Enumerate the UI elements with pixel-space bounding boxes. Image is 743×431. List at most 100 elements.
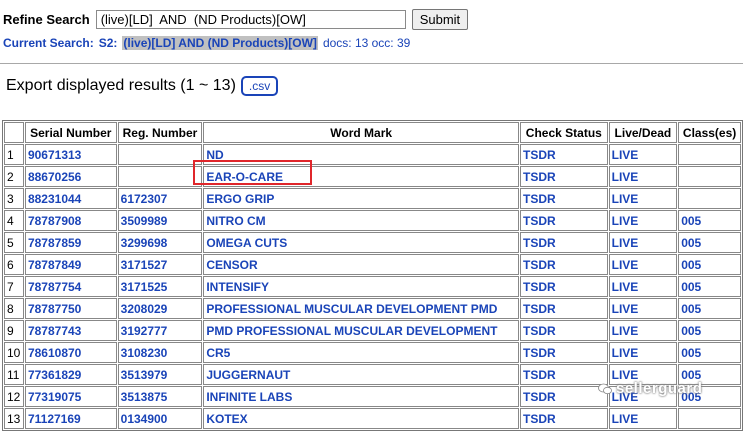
tsdr-link[interactable]: TSDR — [520, 408, 608, 429]
live-status-link[interactable]: LIVE — [608, 144, 678, 165]
table-row: 1 90671313 ND TSDR LIVE — [4, 144, 741, 165]
word-mark-link[interactable]: ERGO GRIP — [203, 188, 520, 209]
reg-number-link[interactable]: 0134900 — [117, 408, 203, 429]
table-row: 10 78610870 3108230 CR5 TSDR LIVE 005 — [4, 342, 741, 363]
tsdr-link[interactable]: TSDR — [520, 232, 608, 253]
reg-number-link[interactable]: 3513875 — [117, 386, 203, 407]
col-header-check-status: Check Status — [520, 122, 608, 143]
tsdr-link[interactable]: TSDR — [520, 364, 608, 385]
row-index-cell: 8 — [4, 298, 24, 319]
serial-number-link[interactable]: 78610870 — [24, 342, 117, 363]
reg-number-link[interactable]: 6172307 — [117, 188, 203, 209]
word-mark-link[interactable]: JUGGERNAUT — [203, 364, 520, 385]
serial-number-link[interactable]: 78787743 — [24, 320, 117, 341]
class-cell[interactable]: 005 — [678, 232, 741, 253]
tsdr-link[interactable]: TSDR — [520, 386, 608, 407]
live-status-link[interactable]: LIVE — [608, 342, 678, 363]
live-status-link[interactable]: LIVE — [608, 276, 678, 297]
serial-number-link[interactable]: 78787750 — [24, 298, 117, 319]
live-status-link[interactable]: LIVE — [608, 232, 678, 253]
tsdr-link[interactable]: TSDR — [520, 144, 608, 165]
table-row: 7 78787754 3171525 INTENSIFY TSDR LIVE 005 — [4, 276, 741, 297]
table-row: 2 88670256 EAR-O-CARE TSDR LIVE — [4, 166, 741, 187]
class-cell[interactable] — [678, 408, 741, 429]
tsdr-link[interactable]: TSDR — [520, 298, 608, 319]
class-cell[interactable]: 005 — [678, 320, 741, 341]
reg-number-link[interactable]: 3513979 — [117, 364, 203, 385]
table-header-row: Serial Number Reg. Number Word Mark Chec… — [4, 122, 741, 143]
reg-number-link[interactable]: 3208029 — [117, 298, 203, 319]
table-row: 9 78787743 3192777 PMD PROFESSIONAL MUSCULA… — [4, 320, 741, 341]
tsdr-link[interactable]: TSDR — [520, 166, 608, 187]
word-mark-link[interactable]: KOTEX — [203, 408, 520, 429]
tsdr-link[interactable]: TSDR — [520, 254, 608, 275]
watermark: sellerguard — [598, 380, 702, 397]
word-mark-link[interactable]: CENSOR — [203, 254, 520, 275]
csv-export-button[interactable]: .csv — [240, 76, 279, 96]
row-index-cell: 10 — [4, 342, 24, 363]
reg-number-link[interactable] — [117, 166, 203, 187]
word-mark-link[interactable]: INFINITE LABS — [203, 386, 520, 407]
reg-number-link[interactable]: 3509989 — [117, 210, 203, 231]
row-index-cell: 6 — [4, 254, 24, 275]
submit-button[interactable]: Submit — [411, 9, 469, 30]
col-header-reg: Reg. Number — [117, 122, 203, 143]
word-mark-link[interactable]: OMEGA CUTS — [203, 232, 520, 253]
class-cell[interactable]: 005 — [678, 254, 741, 275]
reg-number-link[interactable]: 3299698 — [117, 232, 203, 253]
serial-number-link[interactable]: 78787908 — [24, 210, 117, 231]
live-status-link[interactable]: LIVE — [608, 298, 678, 319]
row-index-cell: 1 — [4, 144, 24, 165]
watermark-text: sellerguard — [616, 380, 703, 397]
live-status-link[interactable]: LIVE — [608, 320, 678, 341]
serial-number-link[interactable]: 88670256 — [24, 166, 117, 187]
refine-search-input[interactable] — [95, 10, 406, 29]
live-status-link[interactable]: LIVE — [608, 210, 678, 231]
current-query-link[interactable]: (live)[LD] AND (ND Products)[OW] — [122, 36, 318, 50]
serial-number-link[interactable]: 78787754 — [24, 276, 117, 297]
live-status-link[interactable]: LIVE — [608, 254, 678, 275]
word-mark-link[interactable]: CR5 — [203, 342, 520, 363]
tsdr-link[interactable]: TSDR — [520, 342, 608, 363]
serial-number-link[interactable]: 88231044 — [24, 188, 117, 209]
tsdr-link[interactable]: TSDR — [520, 276, 608, 297]
word-mark-link[interactable]: PMD PROFESSIONAL MUSCULAR DEVELOPMENT — [203, 320, 520, 341]
tsdr-link[interactable]: TSDR — [520, 188, 608, 209]
word-mark-link[interactable]: NITRO CM — [203, 210, 520, 231]
serial-number-link[interactable]: 77361829 — [24, 364, 117, 385]
serial-number-link[interactable]: 77319075 — [24, 386, 117, 407]
word-mark-link[interactable]: ND — [203, 144, 520, 165]
class-cell[interactable]: 005 — [678, 342, 741, 363]
reg-number-link[interactable] — [117, 144, 203, 165]
live-status-link[interactable]: LIVE — [608, 166, 678, 187]
col-header-word-mark: Word Mark — [203, 122, 520, 143]
class-cell[interactable] — [678, 166, 741, 187]
live-status-link[interactable]: LIVE — [608, 188, 678, 209]
serial-number-link[interactable]: 71127169 — [24, 408, 117, 429]
serial-number-link[interactable]: 78787859 — [24, 232, 117, 253]
serial-number-link[interactable]: 78787849 — [24, 254, 117, 275]
reg-number-link[interactable]: 3171527 — [117, 254, 203, 275]
tsdr-link[interactable]: TSDR — [520, 210, 608, 231]
reg-number-link[interactable]: 3171525 — [117, 276, 203, 297]
table-row: 6 78787849 3171527 CENSOR TSDR LIVE 005 — [4, 254, 741, 275]
reg-number-link[interactable]: 3108230 — [117, 342, 203, 363]
reg-number-link[interactable]: 3192777 — [117, 320, 203, 341]
class-cell[interactable] — [678, 144, 741, 165]
serial-number-link[interactable]: 90671313 — [24, 144, 117, 165]
search-set-link[interactable]: S2: — [99, 36, 118, 50]
word-mark-link[interactable]: INTENSIFY — [203, 276, 520, 297]
class-cell[interactable]: 005 — [678, 298, 741, 319]
word-mark-link[interactable]: PROFESSIONAL MUSCULAR DEVELOPMENT PMD — [203, 298, 520, 319]
col-header-classes: Class(es) — [678, 122, 741, 143]
word-mark-link[interactable]: EAR-O-CARE — [203, 166, 520, 187]
row-index-cell: 3 — [4, 188, 24, 209]
live-status-link[interactable]: LIVE — [608, 408, 678, 429]
table-row: 8 78787750 3208029 PROFESSIONAL MUSCULAR DE… — [4, 298, 741, 319]
class-cell[interactable] — [678, 188, 741, 209]
row-index-cell: 13 — [4, 408, 24, 429]
tsdr-link[interactable]: TSDR — [520, 320, 608, 341]
class-cell[interactable]: 005 — [678, 210, 741, 231]
class-cell[interactable]: 005 — [678, 276, 741, 297]
current-search: Current Search: S2: (live)[LD] AND (ND P… — [3, 36, 410, 50]
